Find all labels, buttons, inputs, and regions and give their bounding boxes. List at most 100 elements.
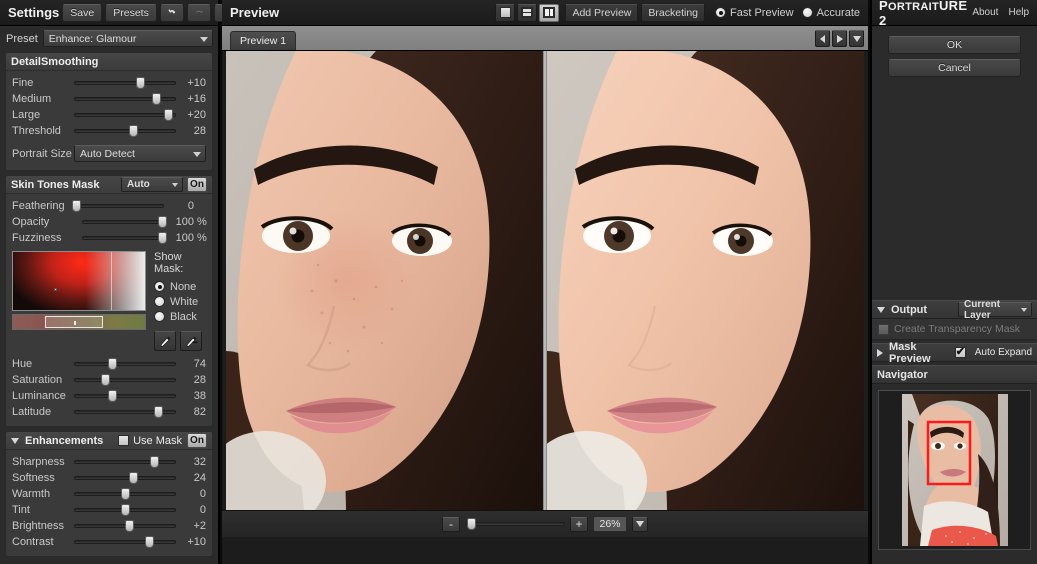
slider-row: Hue 74 bbox=[12, 356, 206, 372]
fast-preview-radio[interactable] bbox=[715, 7, 726, 18]
redo-icon[interactable] bbox=[186, 3, 211, 22]
zoom-menu-icon[interactable] bbox=[632, 516, 648, 532]
split-horizontal-icon[interactable] bbox=[517, 3, 538, 22]
radio-black[interactable] bbox=[154, 311, 165, 322]
slider-handle[interactable] bbox=[157, 232, 167, 244]
slider-track[interactable] bbox=[71, 199, 164, 213]
zoom-in-button[interactable]: + bbox=[570, 516, 588, 532]
fast-preview-option[interactable]: Fast Preview bbox=[715, 7, 794, 19]
slider-track[interactable] bbox=[74, 389, 176, 403]
slider-label: Medium bbox=[12, 93, 52, 105]
add-preview-button[interactable]: Add Preview bbox=[565, 3, 639, 22]
chevron-down-icon bbox=[193, 151, 201, 157]
slider-handle[interactable] bbox=[107, 390, 117, 402]
slider-handle[interactable] bbox=[145, 536, 155, 548]
use-mask-checkbox[interactable] bbox=[118, 435, 130, 446]
preset-row: Preset Enhance: Glamour bbox=[0, 26, 218, 48]
slider-track[interactable] bbox=[74, 357, 176, 371]
bracketing-button[interactable]: Bracketing bbox=[641, 3, 705, 22]
skin-mask-toggle[interactable]: On bbox=[187, 177, 207, 192]
auto-expand-checkbox[interactable] bbox=[954, 345, 966, 359]
slider-track[interactable] bbox=[74, 92, 176, 106]
zoom-slider[interactable] bbox=[465, 517, 565, 531]
slider-handle[interactable] bbox=[153, 406, 163, 418]
portrait-size-dropdown[interactable]: Auto Detect bbox=[74, 145, 206, 162]
slider-track[interactable] bbox=[74, 373, 176, 387]
slider-handle[interactable] bbox=[157, 216, 167, 228]
eyedropper-add-icon[interactable] bbox=[154, 331, 176, 351]
presets-button[interactable]: Presets bbox=[105, 3, 157, 22]
output-layer-dropdown[interactable]: Current Layer bbox=[958, 299, 1032, 321]
slider-row: Warmth 0 bbox=[12, 486, 206, 502]
create-transparency-mask-checkbox[interactable] bbox=[878, 323, 889, 335]
slider-handle[interactable] bbox=[136, 77, 146, 89]
save-button[interactable]: Save bbox=[62, 3, 103, 22]
radio-white[interactable] bbox=[154, 296, 165, 307]
slider-track[interactable] bbox=[82, 215, 167, 229]
arrow-right-icon[interactable] bbox=[832, 30, 847, 47]
ok-button[interactable]: OK bbox=[888, 36, 1021, 54]
disclosure-down-icon[interactable] bbox=[877, 306, 885, 313]
slider-handle[interactable] bbox=[100, 374, 110, 386]
slider-handle[interactable] bbox=[129, 125, 139, 137]
accurate-option[interactable]: Accurate bbox=[801, 7, 860, 19]
slider-handle[interactable] bbox=[71, 200, 81, 212]
zoom-slider-handle[interactable] bbox=[467, 518, 476, 530]
show-mask-option-none[interactable]: None bbox=[154, 279, 206, 294]
enhancements-toggle[interactable]: On bbox=[187, 433, 207, 448]
eyedropper-subtract-icon[interactable] bbox=[180, 331, 202, 351]
preview-image-after[interactable] bbox=[547, 51, 864, 537]
slider-track[interactable] bbox=[74, 76, 176, 90]
preview-canvas[interactable]: - + 26% bbox=[222, 51, 868, 537]
preview-image-before[interactable] bbox=[226, 51, 543, 537]
slider-track[interactable] bbox=[74, 108, 176, 122]
mask-preview-section-header[interactable]: Mask Preview Auto Expand bbox=[872, 341, 1037, 365]
slider-handle[interactable] bbox=[163, 109, 173, 121]
slider-track[interactable] bbox=[82, 231, 167, 245]
about-button[interactable]: About bbox=[967, 5, 1003, 21]
slider-row: Sharpness 32 bbox=[12, 454, 206, 470]
preview-tab[interactable]: Preview 1 bbox=[230, 31, 297, 50]
disclosure-right-icon[interactable] bbox=[877, 348, 883, 357]
undo-icon[interactable] bbox=[159, 3, 184, 22]
preview-menu-icon[interactable] bbox=[849, 30, 864, 47]
hue-range-selection[interactable] bbox=[44, 316, 103, 328]
slider-handle[interactable] bbox=[129, 472, 139, 484]
navigator-section-header[interactable]: Navigator bbox=[872, 365, 1037, 384]
preset-dropdown[interactable]: Enhance: Glamour bbox=[42, 30, 213, 47]
slider-track[interactable] bbox=[74, 487, 176, 501]
slider-row: Medium +16 bbox=[12, 91, 206, 107]
slider-handle[interactable] bbox=[121, 504, 130, 516]
skin-tone-gradient[interactable] bbox=[12, 251, 146, 311]
slider-handle[interactable] bbox=[151, 93, 161, 105]
slider-handle[interactable] bbox=[107, 358, 117, 370]
slider-handle[interactable] bbox=[121, 488, 130, 500]
slider-track[interactable] bbox=[74, 455, 176, 469]
output-section-header[interactable]: Output Current Layer bbox=[872, 299, 1037, 321]
slider-track[interactable] bbox=[74, 405, 176, 419]
zoom-out-button[interactable]: - bbox=[442, 516, 460, 532]
accurate-radio[interactable] bbox=[801, 7, 813, 18]
slider-label: Opacity bbox=[12, 216, 50, 228]
slider-track[interactable] bbox=[74, 503, 176, 517]
disclosure-down-icon[interactable] bbox=[11, 437, 19, 444]
help-button[interactable]: Help bbox=[1003, 5, 1034, 21]
transparency-mask-row[interactable]: Create Transparency Mask bbox=[872, 319, 1037, 340]
slider-handle[interactable] bbox=[125, 520, 135, 532]
chevron-down-icon bbox=[172, 182, 178, 187]
slider-track[interactable] bbox=[74, 471, 176, 485]
slider-track[interactable] bbox=[74, 535, 176, 549]
radio-none[interactable] bbox=[154, 281, 165, 292]
slider-handle[interactable] bbox=[149, 456, 159, 468]
arrow-left-icon[interactable] bbox=[815, 30, 830, 47]
skin-mode-dropdown[interactable]: Auto bbox=[121, 177, 183, 192]
navigator-thumbnail[interactable] bbox=[878, 390, 1031, 550]
show-mask-option-white[interactable]: White bbox=[154, 294, 206, 309]
slider-track[interactable] bbox=[74, 124, 176, 138]
hue-range-strip[interactable] bbox=[12, 314, 146, 330]
single-view-icon[interactable] bbox=[495, 3, 516, 22]
split-vertical-icon[interactable] bbox=[539, 3, 560, 22]
cancel-button[interactable]: Cancel bbox=[888, 59, 1021, 77]
show-mask-option-black[interactable]: Black bbox=[154, 309, 206, 324]
slider-track[interactable] bbox=[74, 519, 176, 533]
